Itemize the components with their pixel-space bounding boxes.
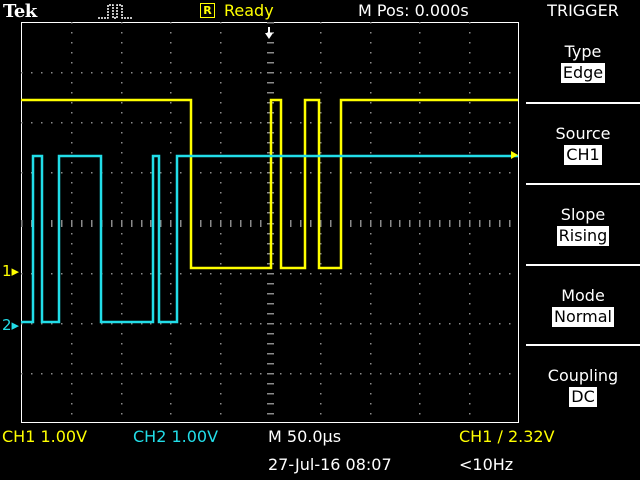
menu-item-coupling[interactable]: Coupling DC (526, 346, 640, 424)
trigger-menu: Type Edge Source CH1 Slope Rising Mode N… (526, 22, 640, 422)
menu-item-value: DC (569, 387, 597, 407)
ch2-marker-label: 2 (2, 316, 12, 334)
menu-item-source[interactable]: Source CH1 (526, 104, 640, 182)
ch2-ground-marker: 2▸ (2, 316, 19, 334)
run-state-text: Ready (224, 1, 274, 20)
ch2-arrow-icon: ▸ (11, 316, 20, 334)
menu-item-value: CH1 (564, 145, 602, 165)
ch1-marker-label: 1 (2, 262, 12, 280)
menu-item-label: Coupling (547, 366, 619, 385)
menu-item-slope[interactable]: Slope Rising (526, 185, 640, 263)
horizontal-position: M Pos: 0.000s (358, 1, 469, 20)
waveform-display (21, 22, 519, 423)
ch1-scale-readout: CH1 1.00V (2, 427, 88, 446)
ch1-arrow-icon: ▸ (11, 262, 20, 280)
menu-item-value: Normal (552, 307, 614, 327)
menu-item-value: Rising (556, 226, 610, 246)
menu-item-mode[interactable]: Mode Normal (526, 266, 640, 344)
menu-item-label: Slope (560, 205, 606, 224)
date-time: 27-Jul-16 08:07 (268, 455, 392, 474)
brand-logo: Tek (3, 1, 37, 22)
trigger-frequency: <10Hz (459, 455, 514, 474)
trigger-menu-title: TRIGGER (547, 1, 619, 20)
trigger-readout: CH1 ∕ 2.32V (459, 427, 555, 446)
menu-item-type[interactable]: Type Edge (526, 22, 640, 100)
ch2-scale-readout: CH2 1.00V (133, 427, 219, 446)
pulse-acquire-icon (98, 4, 132, 19)
menu-item-label: Type (564, 42, 602, 61)
ch1-ground-marker: 1▸ (2, 262, 19, 280)
menu-item-value: Edge (560, 63, 606, 83)
menu-item-label: Source (555, 124, 611, 143)
timebase-readout: M 50.0µs (268, 427, 342, 446)
header-bar: Tek R Ready M Pos: 0.000s (0, 0, 520, 22)
run-state-badge: R (200, 3, 215, 18)
menu-item-label: Mode (561, 286, 605, 305)
